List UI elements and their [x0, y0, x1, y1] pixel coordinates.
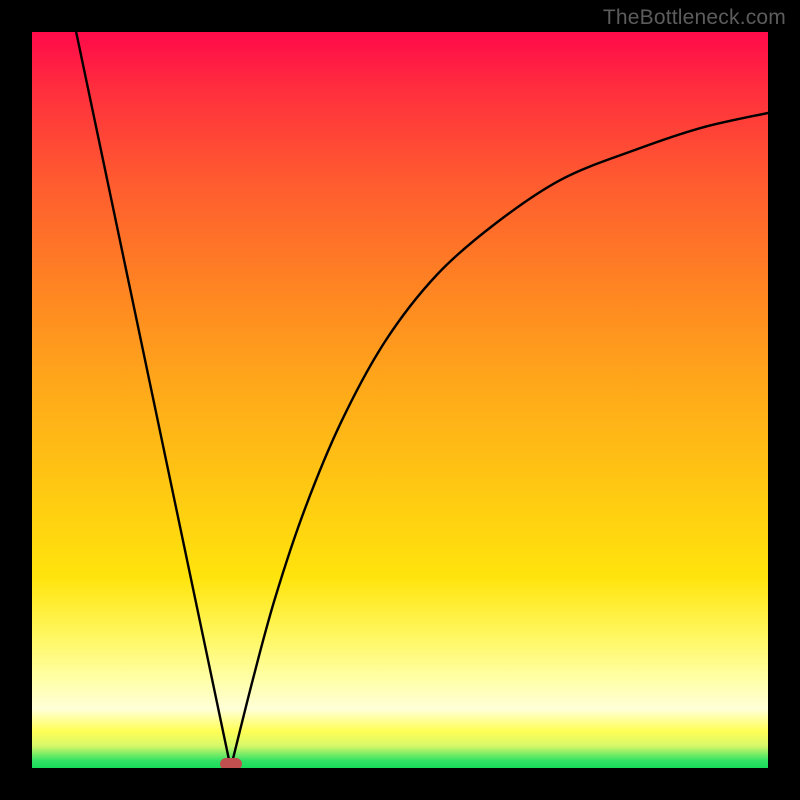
watermark-text: TheBottleneck.com [603, 6, 786, 30]
plot-area [32, 32, 768, 768]
minimum-marker [220, 758, 242, 768]
outer-frame: TheBottleneck.com [0, 0, 800, 800]
gradient-background [32, 32, 768, 768]
